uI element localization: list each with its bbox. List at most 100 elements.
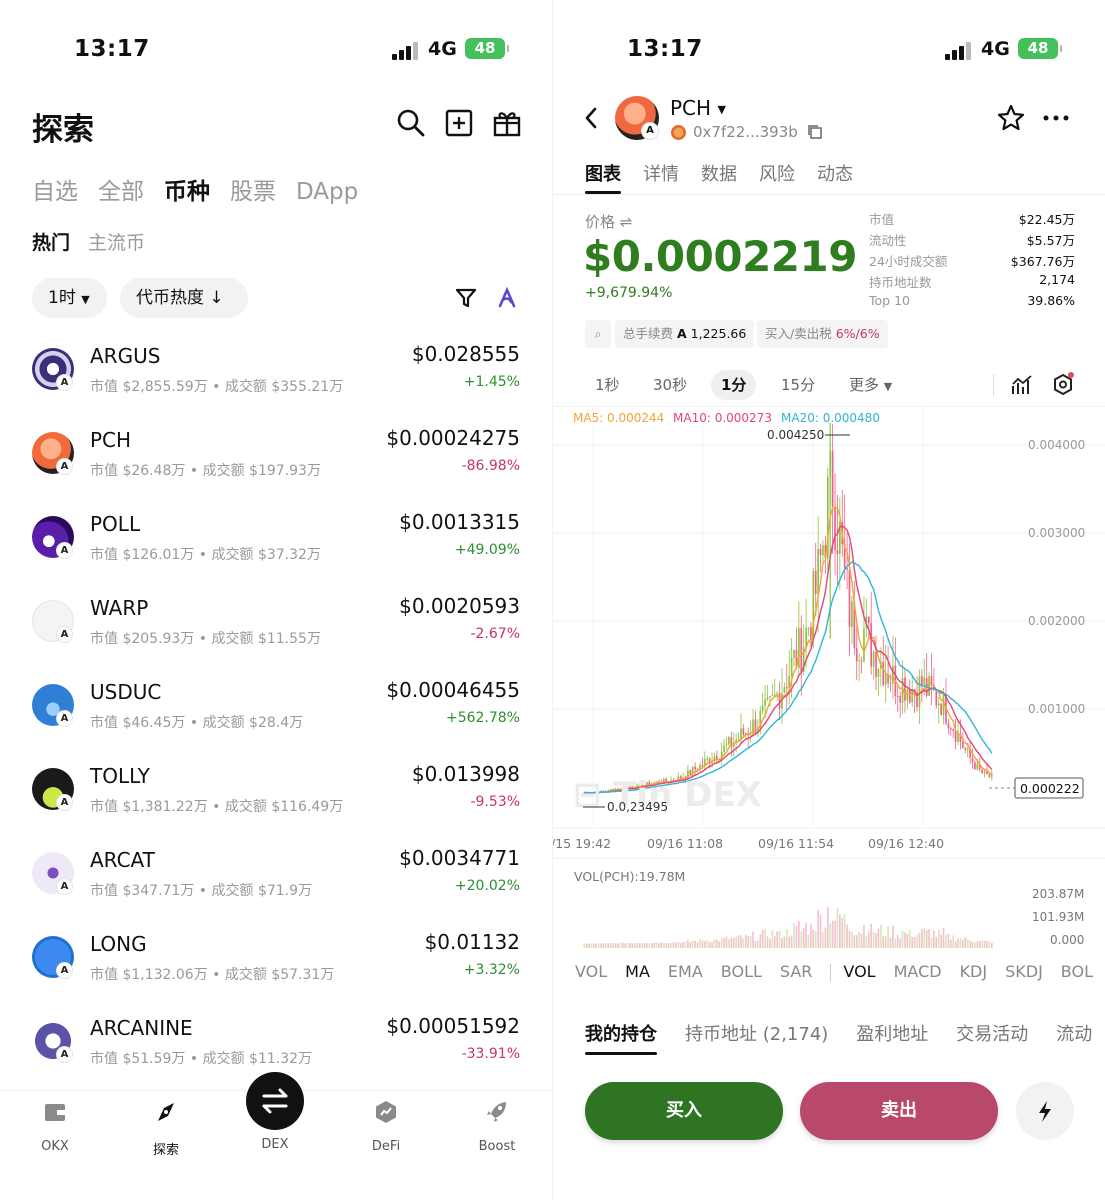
add-square-icon[interactable] — [444, 108, 474, 138]
candle-body — [766, 697, 769, 700]
token-row[interactable]: A ARCAT 市值 $347.71万 • 成交额 $71.9万 $0.0034… — [0, 840, 552, 924]
buy-button[interactable]: 买入 — [585, 1082, 783, 1140]
tab-macd[interactable]: MACD — [894, 962, 942, 981]
tab-chart[interactable]: 图表 — [585, 160, 621, 186]
caret-down-icon: ▼ — [883, 380, 893, 393]
tab-details[interactable]: 详情 — [643, 160, 679, 186]
tab-watchlist[interactable]: 自选 — [32, 172, 78, 206]
filter-icon[interactable] — [454, 286, 478, 310]
price-label[interactable]: 价格 ⇌ — [585, 211, 632, 232]
tab-kdj[interactable]: KDJ — [960, 962, 988, 981]
x-tick-label: 09/16 12:40 — [868, 836, 944, 851]
token-symbol[interactable]: PCH ▼ — [670, 96, 726, 120]
nav-dex[interactable] — [246, 1072, 304, 1130]
tab-hot[interactable]: 热门 — [32, 228, 70, 255]
indicator-icon[interactable] — [1011, 374, 1033, 396]
volume-bar — [928, 929, 930, 948]
volume: 成交额 $11.55万 — [211, 631, 321, 647]
tab-profit-addresses[interactable]: 盈利地址 — [856, 1020, 928, 1046]
volume-bar — [949, 939, 952, 948]
tab-risk[interactable]: 风险 — [759, 160, 795, 186]
candle-body — [807, 627, 810, 629]
tab-activity[interactable]: 动态 — [817, 160, 853, 186]
token-change: -86.98% — [461, 458, 520, 474]
more-icon[interactable] — [1043, 114, 1069, 122]
interval-dropdown[interactable]: 1时 ▼ — [32, 278, 107, 318]
volume-bar — [621, 942, 624, 948]
token-row[interactable]: A WARP 市值 $205.93万 • 成交额 $11.55万 $0.0020… — [0, 588, 552, 672]
token-name: POLL — [90, 512, 141, 536]
token-row[interactable]: A PCH 市值 $26.48万 • 成交额 $197.93万 $0.00024… — [0, 420, 552, 504]
contract-address[interactable]: 0x7f22...393b — [693, 123, 822, 141]
volume-bar — [802, 928, 805, 948]
nav-boost[interactable]: Boost — [457, 1099, 537, 1154]
tab-mainstream[interactable]: 主流币 — [88, 228, 145, 255]
tab-vol[interactable]: VOL — [575, 962, 607, 981]
tab-ma[interactable]: MA — [625, 962, 650, 981]
settings-hex-icon[interactable] — [1051, 372, 1075, 398]
candle-body — [935, 690, 938, 706]
tab-ema[interactable]: EMA — [668, 962, 703, 981]
tab-all[interactable]: 全部 — [98, 172, 144, 206]
nav-explore[interactable]: 探索 — [126, 1099, 206, 1158]
chain-logo-icon[interactable] — [496, 286, 518, 310]
volume-bar — [846, 924, 848, 948]
nav-okx[interactable]: OKX — [15, 1099, 95, 1154]
total-fee-chip[interactable]: 总手续费 A 1,225.66 — [615, 320, 755, 348]
token-row[interactable]: A USDUC 市值 $46.45万 • 成交额 $28.4万 $0.00046… — [0, 672, 552, 756]
token-row[interactable]: A ARGUS 市值 $2,855.59万 • 成交额 $355.21万 $0.… — [0, 336, 552, 420]
volume-bar — [694, 940, 696, 948]
tab-stocks[interactable]: 股票 — [230, 172, 276, 206]
tab-skdj[interactable]: SKDJ — [1005, 962, 1043, 981]
search-icon[interactable]: ⌕ — [585, 320, 611, 348]
token-list: A ARGUS 市值 $2,855.59万 • 成交额 $355.21万 $0.… — [0, 336, 552, 1092]
quick-trade-button[interactable] — [1016, 1082, 1074, 1140]
market-cap: 市值 $26.48万 — [90, 463, 186, 479]
tab-data[interactable]: 数据 — [701, 160, 737, 186]
tab-coins[interactable]: 币种 — [164, 172, 210, 206]
volume-bar — [716, 939, 718, 948]
nav-defi[interactable]: DeFi — [346, 1099, 426, 1154]
token-meta: 市值 $126.01万 • 成交额 $37.32万 — [90, 547, 321, 563]
interval-1s[interactable]: 1秒 — [585, 370, 630, 400]
tab-dapp[interactable]: DApp — [296, 179, 358, 205]
volume-bar — [761, 929, 764, 948]
gift-icon[interactable] — [492, 108, 522, 138]
volume-bar — [684, 941, 687, 948]
volume-bar — [800, 931, 803, 948]
volume: 成交额 $37.32万 — [211, 547, 321, 563]
tab-my-position[interactable]: 我的持仓 — [585, 1020, 657, 1046]
tab-bol[interactable]: BOL — [1061, 962, 1093, 981]
interval-1m[interactable]: 1分 — [711, 370, 757, 400]
volume-bar — [957, 938, 959, 948]
candle-body — [877, 668, 880, 677]
search-icon[interactable] — [396, 108, 426, 138]
copy-icon[interactable] — [807, 124, 822, 139]
tax-chip[interactable]: 买入/卖出税 6%/6% — [757, 320, 888, 348]
tab-sar[interactable]: SAR — [780, 962, 813, 981]
interval-30s[interactable]: 30秒 — [643, 370, 697, 400]
token-row[interactable]: A POLL 市值 $126.01万 • 成交额 $37.32万 $0.0013… — [0, 504, 552, 588]
candle-body — [701, 765, 704, 767]
tab-vol-sub[interactable]: VOL — [843, 962, 875, 981]
token-row[interactable]: A TOLLY 市值 $1,381.22万 • 成交额 $116.49万 $0.… — [0, 756, 552, 840]
tab-liquidity[interactable]: 流动 — [1056, 1020, 1092, 1046]
tab-boll[interactable]: BOLL — [721, 962, 762, 981]
price-chart[interactable]: MA5: 0.000244 MA10: 0.000273 MA20: 0.000… — [553, 406, 1105, 966]
volume-bar — [826, 906, 829, 948]
tab-trade-activity[interactable]: 交易活动 — [956, 1020, 1028, 1046]
sort-dropdown[interactable]: 代币热度 ↓ — [120, 278, 248, 318]
tab-holders[interactable]: 持币地址 (2,174) — [685, 1020, 828, 1046]
volume-bar — [713, 939, 716, 948]
chain-badge-icon: A — [56, 374, 73, 391]
token-row[interactable]: A LONG 市值 $1,132.06万 • 成交额 $57.31万 $0.01… — [0, 924, 552, 1008]
volume-bar — [788, 936, 791, 948]
price-change: +9,679.94% — [585, 285, 673, 301]
interval-more[interactable]: 更多 ▼ — [839, 370, 902, 400]
volume-bar — [877, 928, 880, 948]
back-arrow-icon[interactable] — [583, 106, 599, 130]
interval-15m[interactable]: 15分 — [771, 370, 825, 400]
candle-body — [694, 766, 696, 770]
sell-button[interactable]: 卖出 — [800, 1082, 998, 1140]
star-icon[interactable] — [997, 104, 1025, 132]
